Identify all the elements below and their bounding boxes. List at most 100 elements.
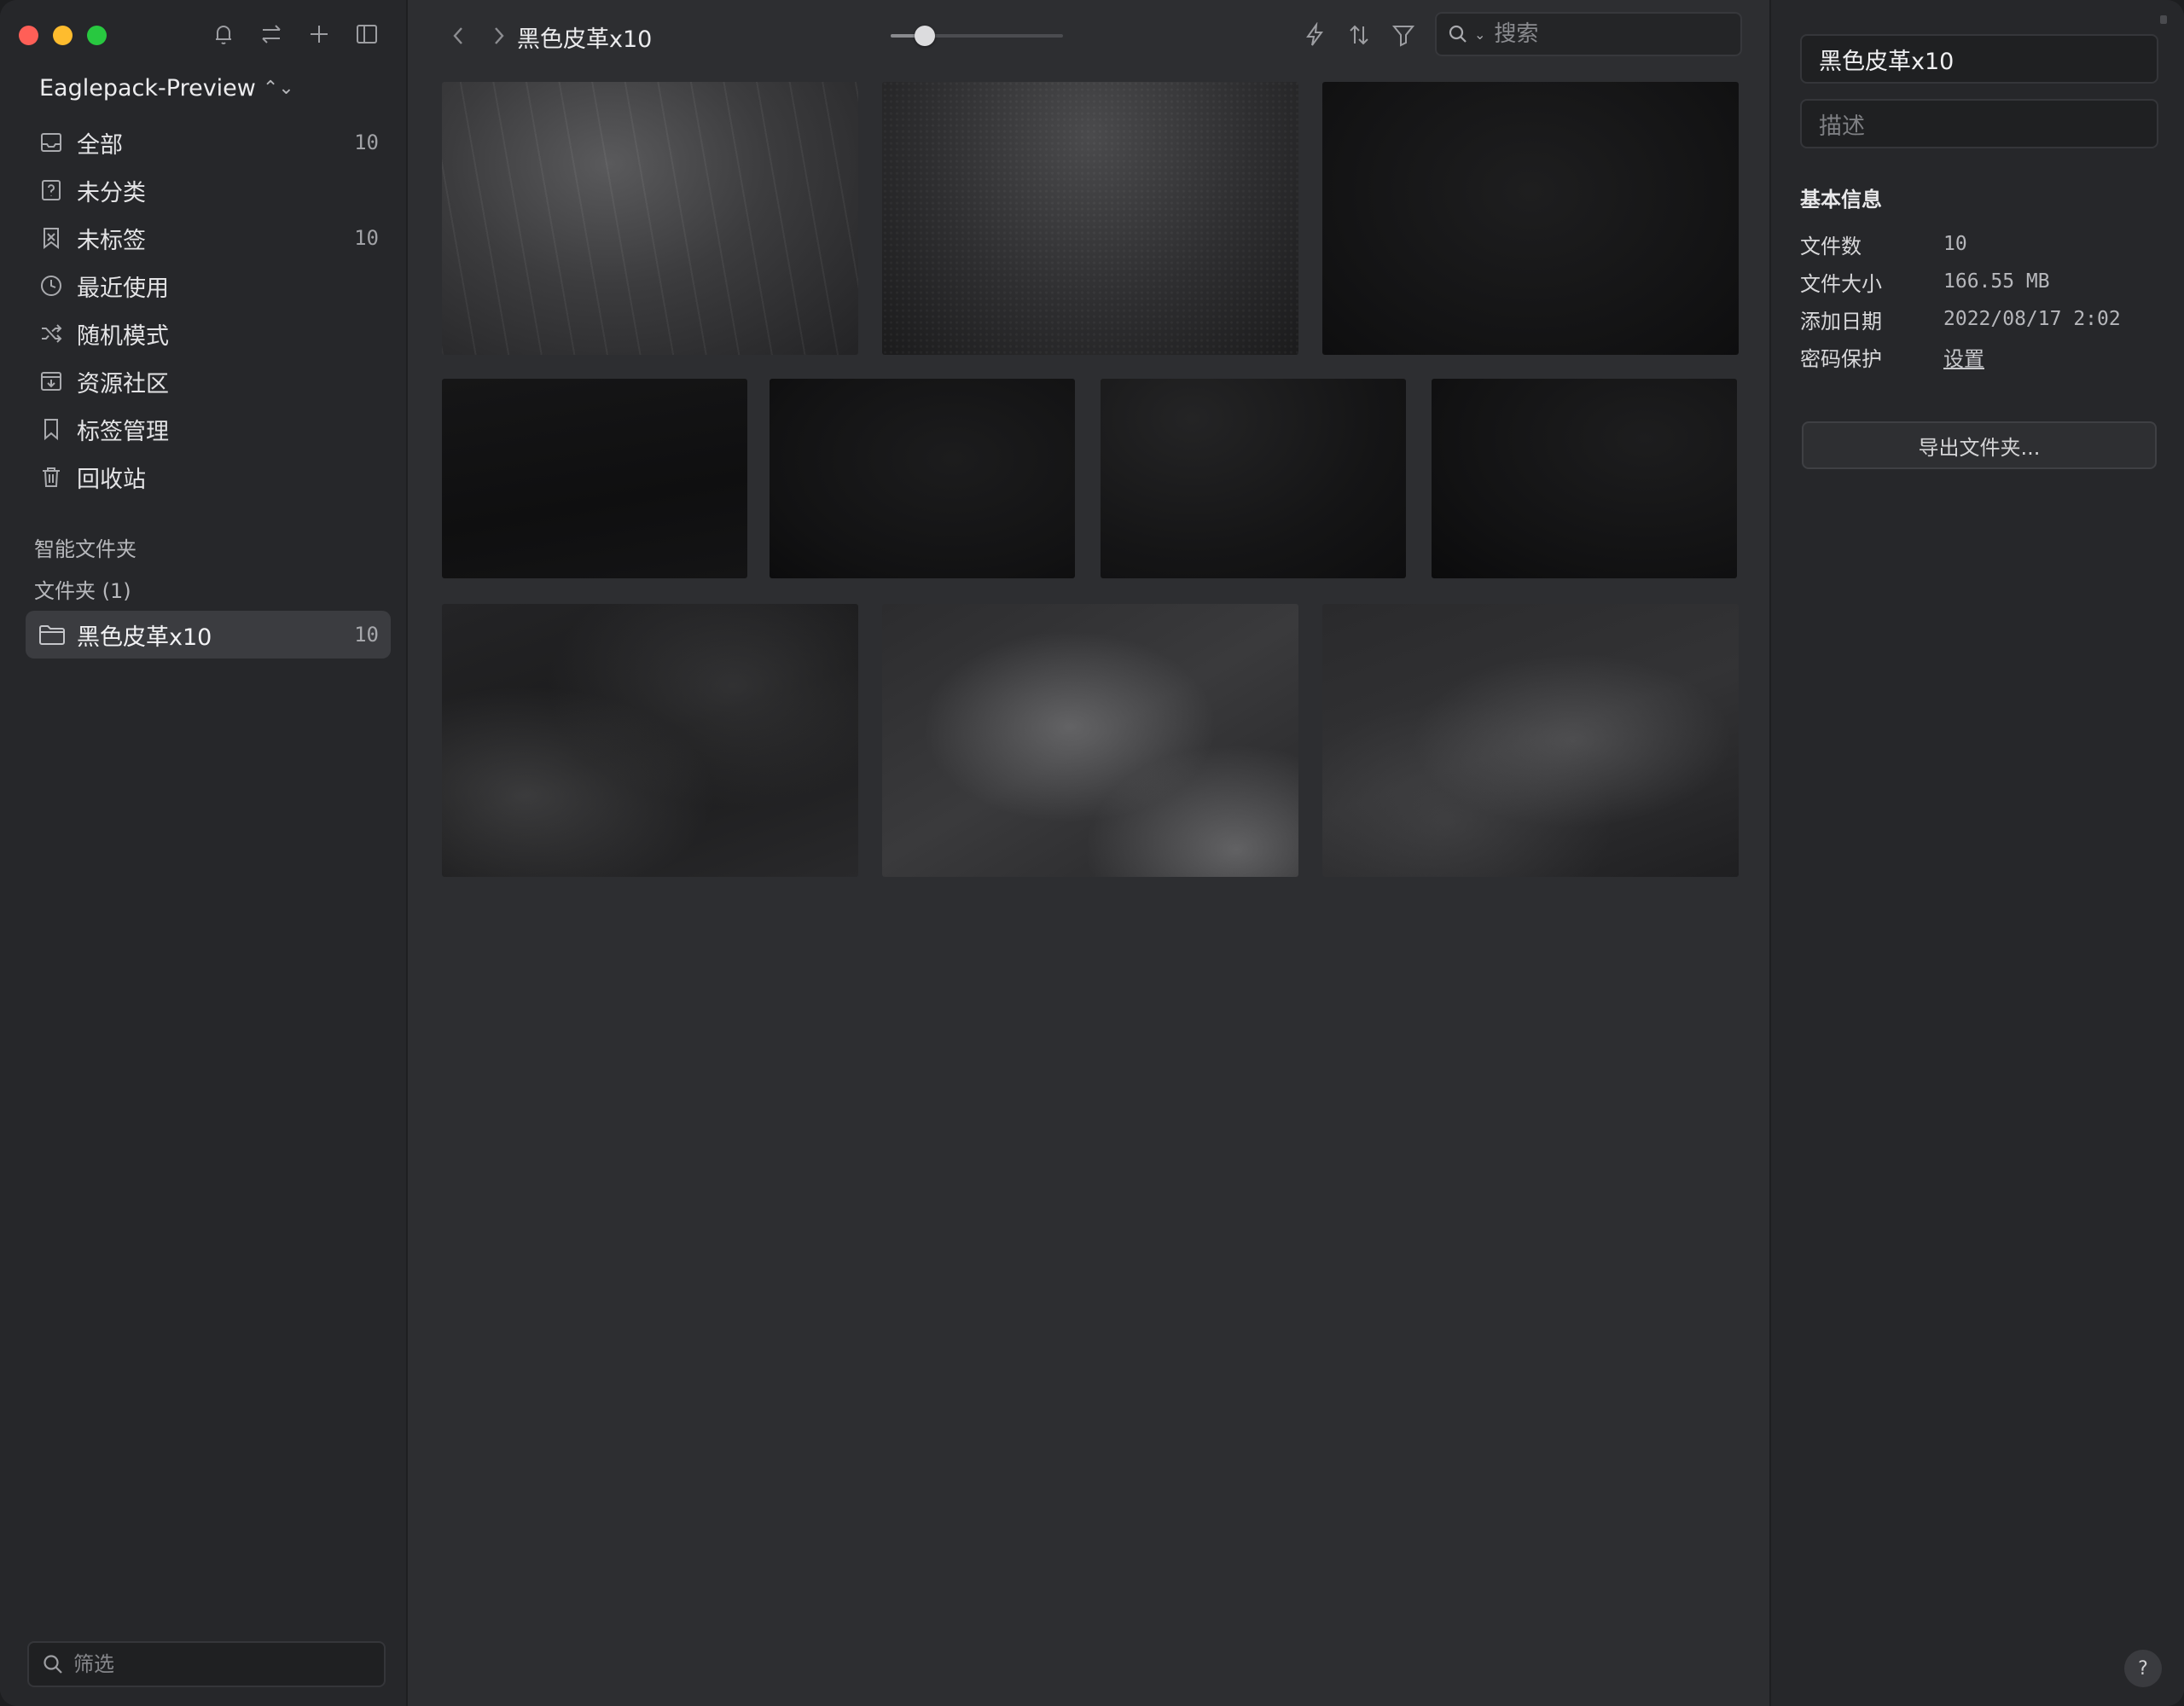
question-icon xyxy=(42,180,61,200)
grid-item-5[interactable] xyxy=(770,379,1075,578)
grid-item-9[interactable] xyxy=(882,604,1298,877)
notifications-button[interactable] xyxy=(208,19,239,49)
grid-item-4[interactable] xyxy=(442,379,747,578)
info-value: 10 xyxy=(1943,233,1967,255)
search-icon xyxy=(1449,25,1467,43)
back-button[interactable] xyxy=(444,20,474,51)
sidebar-nav: 全部 10 未分类 未标签 10 最近使用 随机模式 资源社区 标签管理 回收站 xyxy=(26,119,391,501)
sidebar-item-label: 标签管理 xyxy=(77,418,169,445)
sidebar-folder-item[interactable]: 黑色皮革x10 10 xyxy=(26,611,391,659)
grid-item-7[interactable] xyxy=(1432,379,1737,578)
grid-item-1[interactable] xyxy=(442,82,858,355)
sidebar-item-count: 10 xyxy=(354,131,379,154)
bookmark-icon xyxy=(44,419,58,441)
chevron-right-icon xyxy=(495,27,504,44)
sort-icon xyxy=(1350,25,1368,45)
info-value: 2022/08/17 2:02 xyxy=(1943,308,2121,330)
info-key: 文件数 xyxy=(1800,234,1862,258)
grid-item-8[interactable] xyxy=(442,604,858,877)
folders-heading[interactable]: 文件夹 (1) xyxy=(34,574,131,604)
untagged-icon xyxy=(44,228,59,249)
sidebar-item-count: 10 xyxy=(354,226,379,250)
filter-button[interactable] xyxy=(1387,19,1420,51)
shuffle-icon xyxy=(42,324,62,343)
library-name: Eaglepack-Preview xyxy=(39,75,256,102)
bell-icon xyxy=(216,26,231,44)
info-row-file-count: 文件数 10 xyxy=(1800,225,2158,263)
sidebar-item-uncategorized[interactable]: 未分类 xyxy=(26,166,391,214)
info-value: 166.55 MB xyxy=(1943,270,2050,293)
clock-icon xyxy=(41,276,61,296)
info-key: 密码保护 xyxy=(1800,346,1882,371)
sidebar-item-untagged[interactable]: 未标签 10 xyxy=(26,214,391,262)
folder-count: 10 xyxy=(354,623,379,647)
inbox-icon xyxy=(41,133,61,152)
chevron-updown-icon: ⌃⌄ xyxy=(262,78,294,99)
swap-arrows-icon xyxy=(262,25,281,44)
window-controls xyxy=(19,26,107,45)
main-content: 黑色皮革x10 ⌄ xyxy=(408,0,1769,1706)
sidebar-item-community[interactable]: 资源社区 xyxy=(26,357,391,405)
sidebar-item-label: 随机模式 xyxy=(77,322,169,350)
sidebar-item-label: 最近使用 xyxy=(77,275,169,302)
sidebar-item-label: 未标签 xyxy=(77,227,146,254)
sidebar-item-random[interactable]: 随机模式 xyxy=(26,310,391,357)
sidebar-item-trash[interactable]: 回收站 xyxy=(26,453,391,501)
sidebar-item-label: 全部 xyxy=(77,131,123,159)
grid-item-6[interactable] xyxy=(1101,379,1406,578)
sidebar-item-label: 回收站 xyxy=(77,466,146,493)
sidebar-item-all[interactable]: 全部 10 xyxy=(26,119,391,166)
quick-action-button[interactable] xyxy=(1298,19,1331,51)
forward-button[interactable] xyxy=(483,20,514,51)
set-password-link[interactable]: 设置 xyxy=(1943,342,1984,372)
maximize-window-button[interactable] xyxy=(87,26,107,45)
sidebar-item-label: 未分类 xyxy=(77,179,146,206)
basic-info-heading: 基本信息 xyxy=(1800,188,1882,212)
breadcrumb: 黑色皮革x10 xyxy=(517,26,653,53)
sync-button[interactable] xyxy=(256,19,287,49)
search-icon xyxy=(44,1655,62,1674)
minimize-window-button[interactable] xyxy=(53,26,73,45)
help-button[interactable]: ? xyxy=(2124,1650,2162,1687)
info-row-file-size: 文件大小 166.55 MB xyxy=(1800,263,2158,300)
add-button[interactable] xyxy=(304,19,334,49)
main-toolbar: 黑色皮革x10 ⌄ xyxy=(408,0,1769,72)
folder-label: 黑色皮革x10 xyxy=(77,624,212,651)
chevron-left-icon xyxy=(453,27,462,44)
sidebar-filter xyxy=(27,1641,386,1687)
funnel-icon xyxy=(1391,26,1415,47)
thumbnail-size-slider[interactable] xyxy=(891,26,1063,46)
lightning-icon xyxy=(1306,22,1323,46)
sidebar-item-recent[interactable]: 最近使用 xyxy=(26,262,391,310)
resize-handle[interactable] xyxy=(2160,15,2167,24)
description-field[interactable]: 描述 xyxy=(1800,99,2158,148)
inspector-panel: 黑色皮革x10 描述 基本信息 文件数 10 文件大小 166.55 MB 添加… xyxy=(1769,0,2184,1706)
close-window-button[interactable] xyxy=(19,26,38,45)
app-window: Eaglepack-Preview ⌃⌄ 全部 10 未分类 未标签 10 最近… xyxy=(0,0,2184,1706)
search-input[interactable] xyxy=(1494,21,1730,47)
sidebar: Eaglepack-Preview ⌃⌄ 全部 10 未分类 未标签 10 最近… xyxy=(0,0,408,1706)
info-key: 添加日期 xyxy=(1800,309,1882,334)
export-folder-button[interactable]: 导出文件夹... xyxy=(1802,421,2157,469)
sidebar-item-tag-manager[interactable]: 标签管理 xyxy=(26,405,391,453)
sidebar-toolbar xyxy=(208,19,382,49)
download-box-icon xyxy=(41,372,61,391)
grid-item-2[interactable] xyxy=(882,82,1298,355)
toggle-sidebar-button[interactable] xyxy=(351,19,382,49)
info-row-date-added: 添加日期 2022/08/17 2:02 xyxy=(1800,300,2158,338)
grid-item-10[interactable] xyxy=(1322,604,1739,877)
sort-button[interactable] xyxy=(1343,19,1375,51)
library-switcher[interactable]: Eaglepack-Preview ⌃⌄ xyxy=(39,75,294,102)
folder-icon xyxy=(39,625,65,645)
slider-thumb[interactable] xyxy=(915,26,936,46)
smart-folders-heading[interactable]: 智能文件夹 xyxy=(34,532,136,562)
filter-input[interactable] xyxy=(73,1652,372,1676)
info-key: 文件大小 xyxy=(1800,271,1882,296)
trash-icon xyxy=(43,467,60,487)
chevron-down-icon[interactable]: ⌄ xyxy=(1474,26,1485,43)
folder-name-field[interactable]: 黑色皮革x10 xyxy=(1800,34,2158,84)
search-box: ⌄ xyxy=(1435,12,1742,56)
plus-icon xyxy=(311,26,328,43)
sidebar-item-label: 资源社区 xyxy=(77,370,169,397)
grid-item-3[interactable] xyxy=(1322,82,1739,355)
